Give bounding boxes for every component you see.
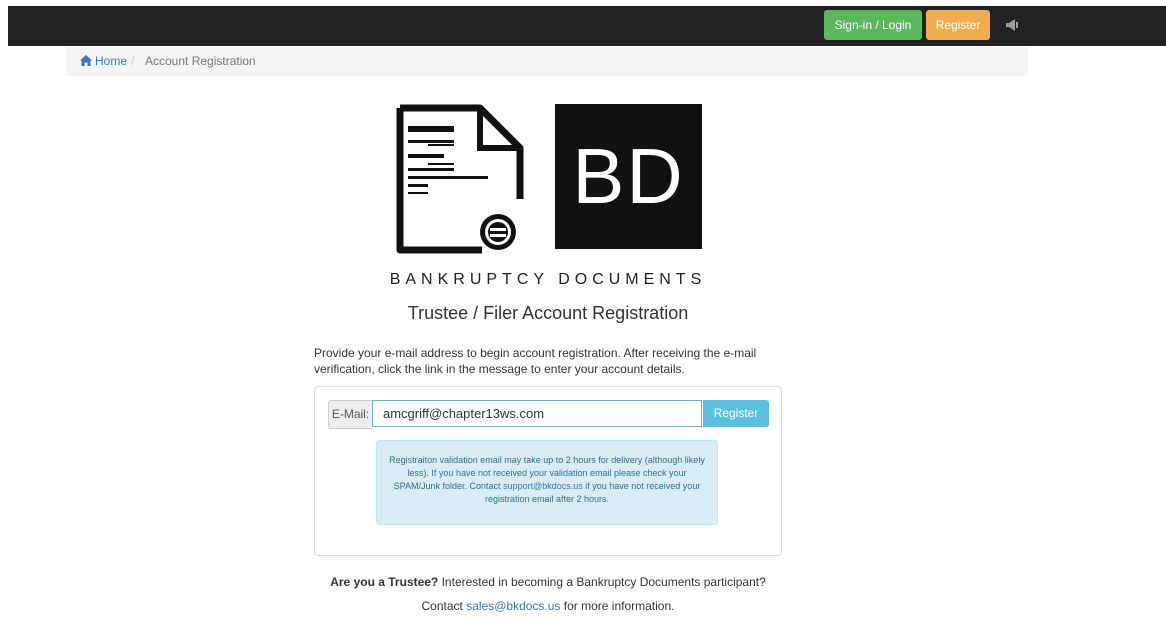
register-nav-button[interactable]: Register <box>926 10 990 40</box>
logo-wordmark: BANKRUPTCY DOCUMENTS <box>389 271 707 288</box>
registration-panel: E-Mail: Register Registraiton validation… <box>314 386 782 556</box>
breadcrumb-home-label: Home <box>95 54 128 68</box>
contact-prefix: Contact <box>421 599 467 613</box>
page-title: Trustee / Filer Account Registration <box>407 303 689 323</box>
home-icon <box>80 55 92 66</box>
register-button[interactable]: Register <box>703 400 769 427</box>
logo-initials: BD <box>555 104 702 249</box>
document-logo-icon <box>396 104 524 254</box>
sales-email-link[interactable]: sales@bkdocs.us <box>466 599 560 613</box>
intro-text: Provide your e-mail address to begin acc… <box>314 346 757 376</box>
breadcrumb-home-link[interactable]: Home <box>80 47 127 76</box>
sign-in-button[interactable]: Sign-in / Login <box>824 10 922 40</box>
megaphone-icon[interactable] <box>1003 16 1021 34</box>
top-navbar: Sign-in / Login Register <box>8 6 1166 46</box>
breadcrumb-current: Account Registration <box>145 54 256 68</box>
email-field-label: E-Mail: <box>328 400 372 429</box>
email-field[interactable] <box>372 400 702 427</box>
validation-notice: Registraiton validation email may take u… <box>376 440 718 525</box>
breadcrumb: Home / Account Registration <box>66 47 1028 76</box>
breadcrumb-separator: / <box>131 54 135 68</box>
contact-line: Contact sales@bkdocs.us for more informa… <box>314 599 782 613</box>
trustee-question: Are you a Trustee? <box>330 575 439 589</box>
contact-suffix: for more information. <box>560 599 675 613</box>
support-email-link[interactable]: support@bkdocs.us <box>503 481 583 491</box>
trustee-prompt: Are you a Trustee? Interested in becomin… <box>314 575 782 589</box>
trustee-text: Interested in becoming a Bankruptcy Docu… <box>438 575 766 589</box>
